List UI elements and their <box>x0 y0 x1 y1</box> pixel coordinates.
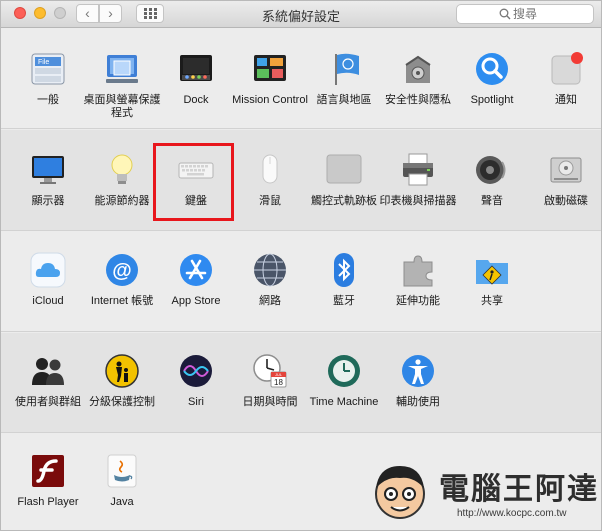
section-system: 使用者與群組 分級保護控制 Siri JUL 18 日期與時間 Time Mach… <box>1 333 601 433</box>
grid-icon <box>144 8 157 19</box>
extensions-icon <box>403 255 433 287</box>
watermark: 電腦王阿達 http://www.kocpc.com.tw <box>361 456 601 530</box>
energy-saver-icon <box>111 154 133 184</box>
pane-label: 啟動磁碟 <box>544 195 588 207</box>
sharing-icon <box>476 260 508 285</box>
mascot-logo-icon <box>375 466 425 519</box>
minimize-window-button[interactable] <box>34 7 46 19</box>
sound-icon <box>476 156 506 184</box>
back-button[interactable]: ‹ <box>76 4 99 23</box>
dock-icon <box>180 55 212 81</box>
calendar-month-text: JUL <box>275 372 283 377</box>
chevron-left-icon: ‹ <box>85 5 90 21</box>
svg-text:File: File <box>38 59 49 66</box>
language-region-icon <box>335 53 359 85</box>
notifications-icon <box>551 52 583 85</box>
users-groups-icon <box>32 358 64 385</box>
startup-disk-icon <box>550 157 582 183</box>
date-time-icon: JUL18 <box>253 354 287 388</box>
trackpad-icon <box>326 154 362 184</box>
close-window-button[interactable] <box>14 7 26 19</box>
desktop-screensaver-icon <box>106 55 138 83</box>
window-title: 系統偏好設定 <box>261 9 340 24</box>
general-icon: File <box>31 53 65 85</box>
calendar-day-text: 18 <box>274 378 283 387</box>
search-icon <box>499 8 511 20</box>
section-internet-wireless: iCloud @ Internet 帳號 App Store 網路 藍牙 延伸功… <box>1 232 601 332</box>
svg-text:@: @ <box>112 260 132 282</box>
internet-accounts-icon: @ <box>106 254 138 286</box>
search-field[interactable] <box>456 4 594 24</box>
network-icon <box>254 253 286 287</box>
displays-icon <box>32 156 64 184</box>
section-hardware: 顯示器 能源節約器 鍵盤 滑鼠 觸控式軌跡板 印表機與掃描器 聲音 啟動磁碟 <box>1 130 601 231</box>
printer-icon <box>403 153 433 186</box>
siri-icon <box>180 355 212 387</box>
system-preferences-window: ‹ › 系統偏好設定 File 一般 桌面與螢幕保護程式 Dock Missio… <box>0 0 602 531</box>
pane-label: Java <box>110 496 134 508</box>
title-bar: ‹ › 系統偏好設定 <box>1 1 601 28</box>
section-personal: File 一般 桌面與螢幕保護程式 Dock Mission Control 語… <box>1 28 601 129</box>
app-store-icon <box>180 254 212 286</box>
security-privacy-icon <box>405 55 431 83</box>
java-icon <box>107 454 137 488</box>
icloud-icon <box>30 252 66 288</box>
time-machine-icon <box>328 355 360 387</box>
watermark-brand: 電腦王阿達 <box>439 472 599 507</box>
zoom-window-button[interactable] <box>54 7 66 19</box>
mission-control-icon <box>254 55 286 81</box>
keyboard-highlight-box <box>153 143 234 221</box>
watermark-url: http://www.kocpc.com.tw <box>457 508 567 519</box>
bluetooth-icon <box>334 253 354 287</box>
chevron-right-icon: › <box>108 5 113 21</box>
flash-player-icon <box>32 455 64 487</box>
spotlight-icon <box>476 53 508 85</box>
search-input[interactable] <box>513 6 589 22</box>
accessibility-icon <box>402 355 434 387</box>
parental-controls-icon <box>105 354 139 388</box>
pane-label: 輔助使用 <box>396 396 440 408</box>
forward-button[interactable]: › <box>99 4 122 23</box>
pane-label: 共享 <box>481 295 503 307</box>
show-all-button[interactable] <box>136 4 164 23</box>
mouse-icon <box>262 154 278 184</box>
pane-label: 通知 <box>555 94 577 106</box>
